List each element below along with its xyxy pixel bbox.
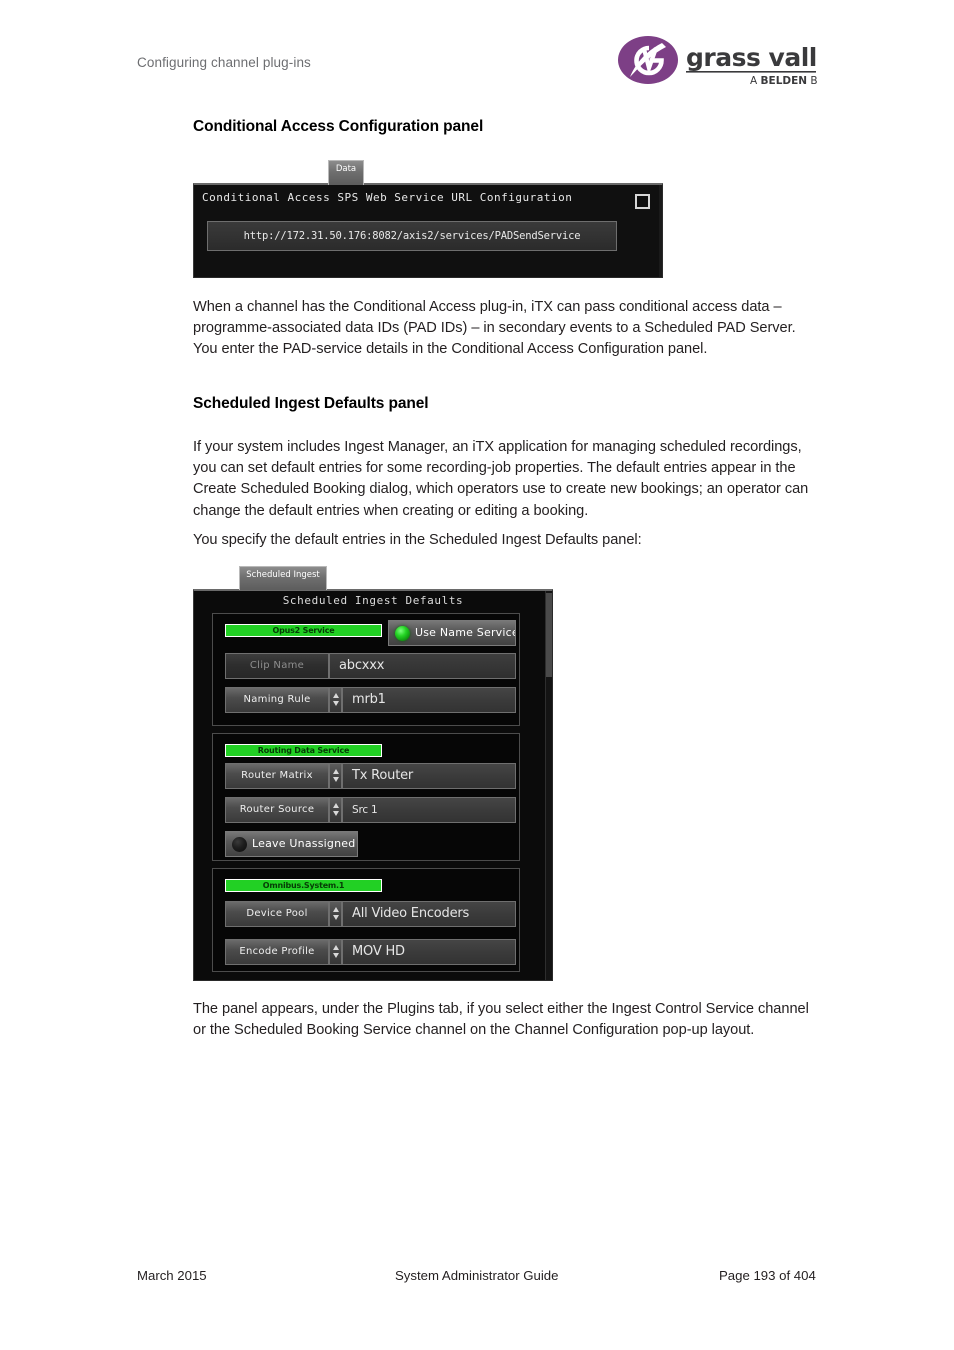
router-source-spinner[interactable] [329, 797, 342, 823]
footer-page: Page 193 of 404 [719, 1268, 816, 1283]
conditional-access-panel-title: Conditional Access SPS Web Service URL C… [202, 191, 573, 204]
paragraph-specify-defaults: You specify the default entries in the S… [193, 532, 642, 548]
svg-text:grass valley: grass valley [686, 43, 818, 72]
spinner-up-icon[interactable] [332, 945, 339, 950]
tab-scheduled-ingest[interactable]: Scheduled Ingest [239, 566, 327, 590]
device-pool-label: Device Pool [225, 901, 329, 927]
router-matrix-label: Router Matrix [225, 763, 329, 789]
encode-profile-spinner[interactable] [329, 939, 342, 965]
panel-right-edge [659, 185, 662, 277]
conditional-access-enable-checkbox[interactable] [635, 194, 650, 209]
row-router-source: Router Source Src 1 [225, 797, 516, 823]
page-header: Configuring channel plug-ins grass valle… [0, 0, 954, 96]
row-clip-name: Clip Name abcxxx [225, 653, 516, 679]
encode-profile-value[interactable]: MOV HD [342, 939, 516, 965]
spinner-up-icon[interactable] [332, 769, 339, 774]
section-title-conditional-access: Conditional Access Configuration panel [193, 118, 484, 135]
sps-web-service-url-input[interactable]: http://172.31.50.176:8082/axis2/services… [207, 221, 617, 251]
service-badge-opus2: Opus2 Service [225, 624, 382, 637]
leave-unassigned-label: Leave Unassigned [252, 837, 356, 850]
group-omnibus-system: Omnibus.System.1 Device Pool All Video E… [212, 868, 520, 972]
spinner-up-icon[interactable] [332, 907, 339, 912]
group-opus2-service: Opus2 Service Use Name Service Clip Name… [212, 613, 520, 726]
use-name-service-toggle[interactable]: Use Name Service [388, 620, 516, 646]
naming-rule-spinner[interactable] [329, 687, 342, 713]
router-source-label: Router Source [225, 797, 329, 823]
spinner-down-icon[interactable] [332, 915, 339, 920]
paragraph-ingest-manager: If your system includes Ingest Manager, … [193, 439, 809, 519]
row-device-pool: Device Pool All Video Encoders [225, 901, 516, 927]
service-badge-routing-data: Routing Data Service [225, 744, 382, 757]
grass-valley-logo: grass valley A BELDEN BRAND [618, 36, 818, 88]
paragraph-conditional-access: When a channel has the Conditional Acces… [193, 299, 796, 358]
spinner-down-icon[interactable] [332, 953, 339, 958]
naming-rule-label: Naming Rule [225, 687, 329, 713]
spinner-down-icon[interactable] [332, 811, 339, 816]
router-source-value[interactable]: Src 1 [342, 797, 516, 823]
section-title-scheduled-ingest: Scheduled Ingest Defaults panel [193, 395, 429, 412]
panel-scrollbar[interactable] [545, 591, 552, 980]
page-footer: March 2015 System Administrator Guide Pa… [0, 1268, 954, 1298]
spinner-down-icon[interactable] [332, 701, 339, 706]
router-matrix-spinner[interactable] [329, 763, 342, 789]
device-pool-spinner[interactable] [329, 901, 342, 927]
panel-scrollbar-thumb[interactable] [546, 593, 552, 677]
tab-data[interactable]: Data [328, 160, 364, 185]
spinner-up-icon[interactable] [332, 693, 339, 698]
spinner-down-icon[interactable] [332, 777, 339, 782]
led-indicator-off-icon [232, 837, 247, 852]
paragraph-panel-appears: The panel appears, under the Plugins tab… [193, 1001, 809, 1039]
spinner-up-icon[interactable] [332, 803, 339, 808]
tab-scheduled-ingest-label: Scheduled Ingest [246, 570, 320, 580]
led-indicator-on-icon [395, 626, 410, 641]
encode-profile-label: Encode Profile [225, 939, 329, 965]
svg-text:A BELDEN BRAND: A BELDEN BRAND [750, 75, 818, 87]
scheduled-ingest-panel-title: Scheduled Ingest Defaults [282, 594, 464, 607]
footer-title: System Administrator Guide [395, 1268, 559, 1283]
service-badge-omnibus: Omnibus.System.1 [225, 879, 382, 892]
row-encode-profile: Encode Profile MOV HD [225, 939, 516, 965]
leave-unassigned-toggle[interactable]: Leave Unassigned [225, 831, 358, 857]
device-pool-value[interactable]: All Video Encoders [342, 901, 516, 927]
clip-name-label: Clip Name [225, 653, 329, 679]
row-router-matrix: Router Matrix Tx Router [225, 763, 516, 789]
tab-data-label: Data [335, 164, 357, 174]
group-routing-data-service: Routing Data Service Router Matrix Tx Ro… [212, 733, 520, 861]
scheduled-ingest-defaults-panel: Scheduled Ingest Defaults Opus2 Service … [193, 589, 553, 981]
clip-name-input[interactable]: abcxxx [329, 653, 516, 679]
footer-date: March 2015 [137, 1268, 207, 1283]
conditional-access-panel: Conditional Access SPS Web Service URL C… [193, 183, 663, 278]
running-head: Configuring channel plug-ins [137, 55, 311, 70]
naming-rule-value[interactable]: mrb1 [342, 687, 516, 713]
row-naming-rule: Naming Rule mrb1 [225, 687, 516, 713]
use-name-service-label: Use Name Service [415, 626, 516, 639]
router-matrix-value[interactable]: Tx Router [342, 763, 516, 789]
